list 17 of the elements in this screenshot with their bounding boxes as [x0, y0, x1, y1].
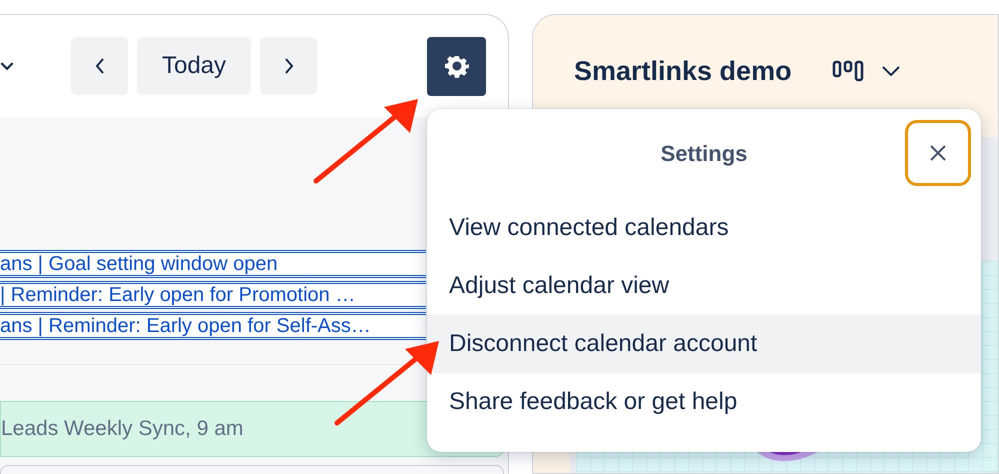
event-banner[interactable]: ans | Goal setting window open — [0, 250, 426, 278]
chevron-down-icon[interactable] — [882, 66, 900, 76]
close-icon — [928, 143, 948, 163]
board-title: Smartlinks demo — [574, 56, 792, 86]
event-banner[interactable]: | Reminder: Early open for Promotion … — [0, 281, 426, 309]
chevron-right-icon — [284, 58, 294, 74]
menu-item[interactable]: View connected calendars — [427, 199, 981, 257]
gear-icon — [444, 53, 470, 79]
settings-button[interactable] — [427, 36, 486, 96]
event-banner[interactable]: ans | Reminder: Early open for Self-Ass… — [0, 312, 426, 340]
chevron-down-icon[interactable] — [0, 62, 14, 70]
today-button[interactable]: Today — [137, 37, 251, 95]
columns-icon[interactable] — [832, 60, 864, 82]
chevron-left-icon — [94, 58, 104, 74]
popup-title: Settings — [660, 141, 748, 167]
menu-item[interactable]: Disconnect calendar account — [427, 315, 981, 373]
menu-item[interactable]: Adjust calendar view — [427, 257, 981, 315]
